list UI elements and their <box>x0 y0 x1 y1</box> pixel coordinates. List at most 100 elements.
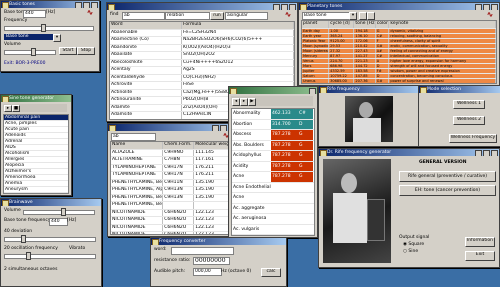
column-header[interactable]: tone [Hz] <box>354 21 376 28</box>
mode-selection-titlebar[interactable]: Mode selection <box>419 86 500 93</box>
frequency-item[interactable]: Abs. Boulders 787.278 G <box>232 140 314 151</box>
stop-button[interactable]: Stop <box>77 47 95 55</box>
frequency-item[interactable]: Abnormality 462.133 C# <box>232 109 314 120</box>
play-icon[interactable]: ▶ <box>248 98 256 106</box>
calc-button[interactable]: calc <box>261 268 281 277</box>
play-icon[interactable]: ▸ <box>4 105 12 112</box>
exit-button[interactable]: Exit <box>465 251 495 261</box>
maximize-button[interactable] <box>483 150 490 156</box>
sine-radio[interactable]: ○ Sine <box>403 249 418 255</box>
table-row[interactable]: Abaxilate SnO2(OH)2O2 <box>110 52 294 60</box>
wellness-1-button[interactable]: Wellness 1 <box>453 100 485 109</box>
chemical-search-input[interactable]: ab <box>111 133 156 141</box>
frequency-item[interactable]: Acidophyllus 787.278 G <box>232 151 314 162</box>
table-row[interactable]: NICOTINAMIDE C6H6N2O 122.123 <box>111 209 233 217</box>
toggle-button-1[interactable] <box>359 12 367 20</box>
frequency-list-titlebar[interactable] <box>229 87 317 94</box>
table-row[interactable]: PHENETHYLAMINE, Beta- <box>111 202 233 210</box>
volume-slider-thumb[interactable] <box>31 48 36 56</box>
column-header[interactable]: planet <box>302 21 330 28</box>
frequency-item[interactable]: Ac. aeruginosa <box>232 214 314 225</box>
oscillation-slider-thumb[interactable] <box>26 252 31 260</box>
close-button[interactable] <box>491 150 498 156</box>
frequency-item[interactable]: Acne 787.278 G <box>232 172 314 183</box>
table-row[interactable]: TYLAMINOHEPTANE C9H17N 176.211 <box>111 172 233 180</box>
table-row[interactable]: TYLAMINOHEPTANE C9H17N 176.211 <box>111 164 233 172</box>
table-row[interactable]: ALTETRAMINE C7H8N 117.161 <box>111 157 233 165</box>
start-button[interactable]: Start <box>59 47 77 55</box>
information-button[interactable]: Information <box>465 237 495 247</box>
toggle-button-2[interactable] <box>367 12 375 20</box>
column-header-formula[interactable]: Formula <box>182 22 294 29</box>
chevron-down-icon[interactable]: ▾ <box>53 34 61 42</box>
minimize-button[interactable] <box>475 150 482 156</box>
base-tone-input[interactable]: 440 <box>23 10 46 18</box>
base-frequency-input[interactable]: 440 <box>49 218 68 226</box>
column-header[interactable]: keynote <box>389 21 496 28</box>
frequency-item[interactable]: Abortion 314.700 D <box>232 119 314 130</box>
chemical-titlebar[interactable] <box>108 124 236 131</box>
table-row[interactable]: NICOTINAMIDE C6H6N2O 122.123 <box>111 224 233 232</box>
forward-icon[interactable]: ▸ <box>240 98 248 106</box>
preset-select[interactable]: Base tone <box>4 34 54 40</box>
frequency-item[interactable]: Acne Endothelial <box>232 183 314 193</box>
back-icon[interactable]: ◂ <box>232 98 240 106</box>
basic-tones-titlebar[interactable]: Basic tones <box>1 1 99 8</box>
rife-photo-titlebar[interactable]: Rife frequency <box>319 86 419 93</box>
base-tone-select[interactable]: Base tone <box>302 12 351 20</box>
frequency-slider-thumb[interactable] <box>41 24 46 32</box>
table-row[interactable]: Acentaldehyde CO(CH3)(NH2) <box>110 74 294 82</box>
table-row[interactable]: Abalienable Fe=C2SH32N4 <box>110 29 294 37</box>
search-input[interactable]: ab <box>122 12 165 20</box>
rife-general-button[interactable]: Rife general (preventive / curative) <box>399 171 496 182</box>
frequency-item[interactable]: Abscess 787.278 G <box>232 130 314 141</box>
table-row[interactable]: Abamectine (Co) Na2BR2ESO2O6(SH6)CO2(6)5+… <box>110 37 294 45</box>
chevron-down-icon[interactable]: ▾ <box>349 12 357 20</box>
column-header[interactable]: color <box>376 21 390 28</box>
volume-slider-track[interactable] <box>23 210 95 215</box>
column-header[interactable]: Chem.Form. <box>163 142 195 149</box>
minimize-button[interactable] <box>475 4 482 10</box>
volume-slider-thumb[interactable] <box>61 208 66 216</box>
deviation-slider-track[interactable] <box>4 237 96 242</box>
planet-row[interactable]: Neptune60188.00211.44G#spiritual, intuit… <box>302 84 496 85</box>
filter-select[interactable]: asingular <box>225 12 268 20</box>
planetary-titlebar[interactable]: Planetary tones <box>299 3 499 10</box>
square-radio[interactable]: ◉ Square <box>403 242 424 248</box>
volume-slider-track[interactable] <box>4 50 56 55</box>
run-button[interactable]: run <box>210 12 224 20</box>
table-row[interactable]: Acentaly Ag2S <box>110 67 294 75</box>
stop-icon[interactable]: ■ <box>12 105 20 112</box>
rife-generator-titlebar[interactable]: Dr. Rife frequency generator <box>319 149 499 156</box>
frequency-converter-titlebar[interactable]: Frequency converter <box>151 238 286 245</box>
close-button[interactable] <box>309 88 316 94</box>
frequency-item[interactable]: Ac. vulgaris <box>232 225 314 235</box>
word-input[interactable] <box>171 247 234 255</box>
minimize-button[interactable] <box>273 4 280 10</box>
column-header-word[interactable]: Word <box>110 22 182 29</box>
column-header[interactable]: cycle [d] <box>329 21 355 28</box>
list-item[interactable]: Angina pectoris <box>4 193 68 194</box>
wellness-2-button[interactable]: Wellness 2 <box>453 116 485 125</box>
oscillation-slider-track[interactable] <box>4 254 96 259</box>
minimize-button[interactable] <box>75 2 82 8</box>
deviation-slider-thumb[interactable] <box>21 235 26 243</box>
cancer-prevention-button[interactable]: EH: tone (cancer prevention) <box>399 185 496 196</box>
table-row[interactable]: Abecoloshkite Cu+4Ni++++6S2O12 <box>110 59 294 67</box>
frequency-slider-track[interactable] <box>4 26 94 31</box>
brainwave-titlebar[interactable]: Brainwave <box>1 199 101 206</box>
table-row[interactable]: Abandonite K(UO2)(AsO4)(H2O)3 <box>110 44 294 52</box>
frequency-item[interactable]: Ac. aggregate <box>232 204 314 214</box>
table-row[interactable]: ALTAZOLE C9H9NO 111.145 <box>111 149 233 157</box>
tone-list-titlebar[interactable]: Sine tone generator <box>1 95 71 102</box>
table-row[interactable]: NICOTINAMIDE C6H6N2O 122.123 <box>111 232 233 234</box>
frequency-item[interactable]: Acidity 787.278 G <box>232 161 314 172</box>
minimize-button[interactable] <box>212 125 219 131</box>
table-row[interactable]: NICOTINAMIDE C6H6N2O 122.123 <box>111 217 233 225</box>
relation-select[interactable]: relation <box>165 12 210 20</box>
table-row[interactable]: PHENETHYLAMINE, Alpha-C9H13N135.190 <box>111 187 233 195</box>
word-formula-titlebar[interactable] <box>107 3 297 10</box>
table-row[interactable]: PHENETHYLAMINE, Beta- C9H13N 135.190 <box>111 194 233 202</box>
table-row[interactable]: PHENETHYLAMINE, Beta- C9H11N 135.190 <box>111 179 233 187</box>
column-header[interactable]: Name <box>111 142 164 149</box>
